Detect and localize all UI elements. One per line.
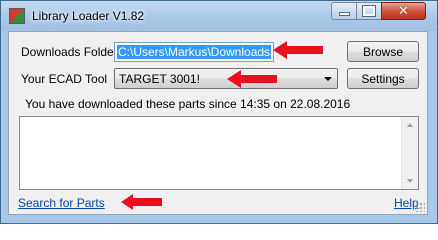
chevron-down-icon bbox=[324, 77, 332, 81]
maximize-icon bbox=[362, 5, 376, 17]
title-bar[interactable]: Library Loader V1.82 ✕ bbox=[1, 1, 437, 31]
arrow-annotation-search bbox=[121, 194, 162, 210]
window-title: Library Loader V1.82 bbox=[32, 9, 145, 23]
downloads-folder-label: Downloads Folder bbox=[21, 45, 118, 59]
close-icon: ✕ bbox=[398, 3, 409, 19]
app-icon bbox=[9, 8, 25, 24]
downloads-folder-value: C:\Users\Markus\Downloads bbox=[117, 45, 272, 59]
close-button[interactable]: ✕ bbox=[381, 2, 426, 20]
ecad-tool-label: Your ECAD Tool bbox=[21, 72, 108, 86]
scroll-up-icon[interactable] bbox=[407, 123, 413, 127]
scroll-down-icon[interactable] bbox=[407, 179, 413, 183]
minimize-icon bbox=[338, 12, 350, 16]
dialog-body: Downloads Folder C:\Users\Markus\Downloa… bbox=[8, 31, 428, 215]
maximize-button[interactable] bbox=[356, 2, 382, 20]
list-scrollbar[interactable] bbox=[401, 117, 418, 189]
browse-button[interactable]: Browse bbox=[347, 41, 419, 62]
search-for-parts-link[interactable]: Search for Parts bbox=[18, 196, 105, 210]
status-text: You have downloaded these parts since 14… bbox=[25, 97, 351, 111]
arrow-annotation-downloads bbox=[273, 41, 323, 59]
downloaded-parts-list[interactable] bbox=[19, 116, 419, 190]
app-window: Library Loader V1.82 ✕ Downloads Folder … bbox=[0, 0, 438, 224]
settings-button[interactable]: Settings bbox=[347, 68, 419, 89]
arrow-annotation-ecad bbox=[227, 70, 277, 88]
resize-grip[interactable] bbox=[415, 202, 425, 212]
minimize-button[interactable] bbox=[331, 2, 357, 20]
ecad-tool-selected: TARGET 3001! bbox=[119, 72, 200, 86]
downloads-folder-input[interactable]: C:\Users\Markus\Downloads bbox=[114, 42, 274, 62]
